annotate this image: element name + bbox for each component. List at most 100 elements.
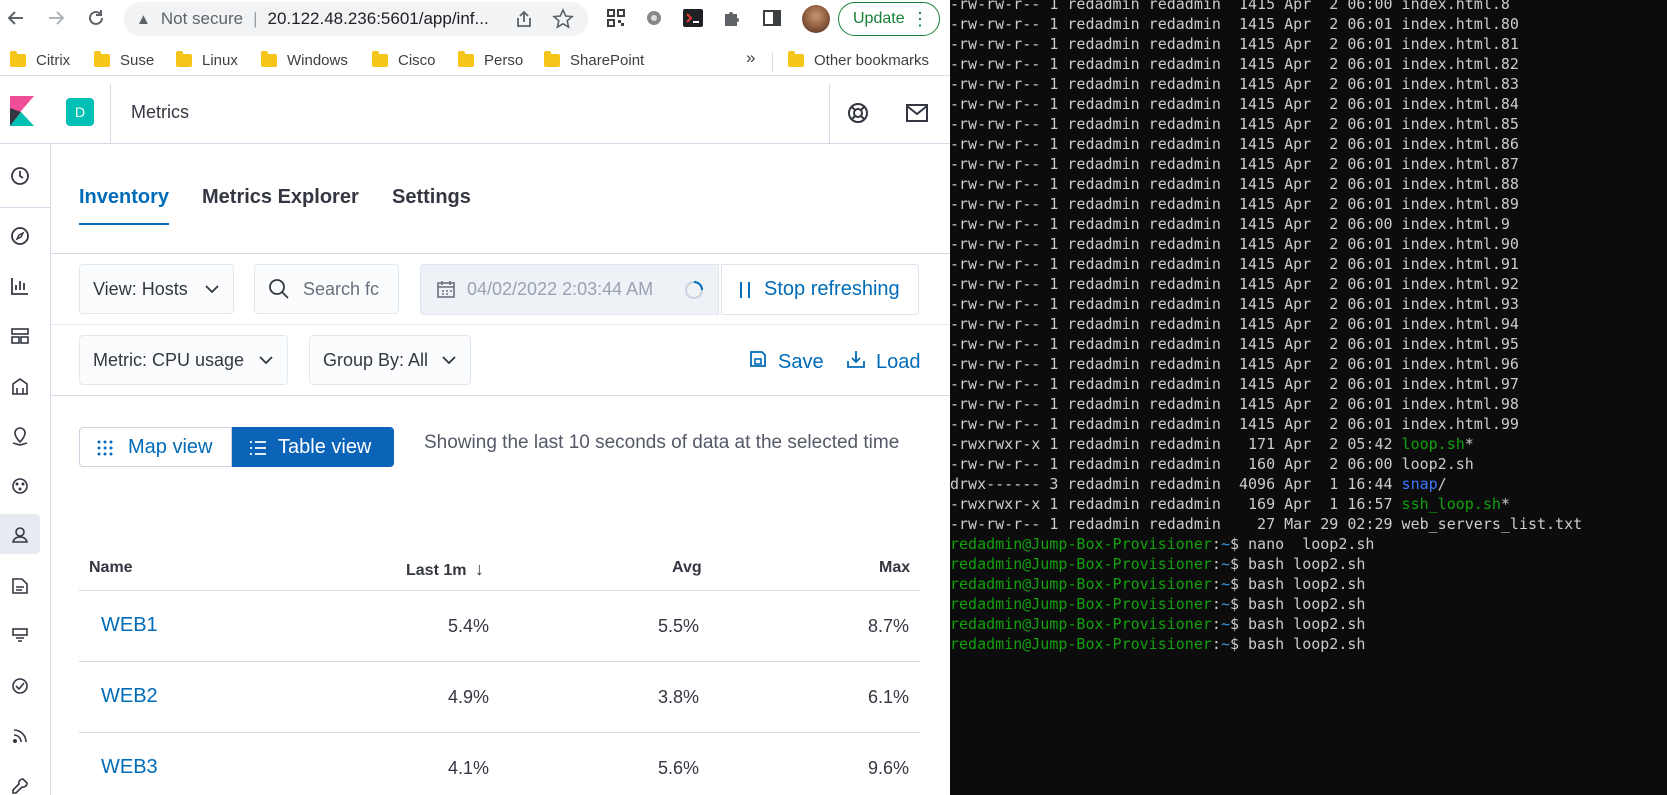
terminal-text-segment: ~ <box>1220 575 1230 593</box>
qr-code-icon[interactable] <box>604 6 628 30</box>
terminal-text-segment: $ bash loop2.sh <box>1229 615 1366 633</box>
extensions-puzzle-icon[interactable] <box>720 6 744 30</box>
terminal-line: redadmin@Jump-Box-Provisioner:~$ nano lo… <box>950 534 1374 554</box>
share-icon[interactable] <box>514 9 534 34</box>
bookmarks-divider <box>772 52 773 72</box>
bookmark-star-icon[interactable] <box>552 8 574 35</box>
view-select[interactable]: View: Hosts <box>79 264 234 314</box>
column-header-max[interactable]: Max <box>879 559 910 577</box>
logs-icon[interactable] <box>8 574 32 598</box>
cell-max: 9.6% <box>867 758 909 778</box>
terminal-text-segment: $ nano loop2.sh <box>1229 535 1375 553</box>
recent-clock-icon[interactable] <box>8 164 32 188</box>
date-picker[interactable]: 04/02/2022 2:03:44 AM <box>420 264 719 315</box>
row-divider <box>79 732 920 733</box>
back-icon[interactable] <box>4 6 28 30</box>
terminal-line: -rw-rw-r-- 1 redadmin redadmin 1415 Apr … <box>950 375 1519 393</box>
dev-tools-wrench-icon[interactable] <box>8 774 32 795</box>
bookmark-folder-sharepoint[interactable]: SharePoint <box>544 48 644 72</box>
terminal-window[interactable]: -rw-rw-r-- 1 redadmin redadmin 1415 Apr … <box>950 0 1667 795</box>
nav-divider <box>0 207 51 208</box>
cell-max: 8.7% <box>867 616 909 636</box>
reload-icon[interactable] <box>84 6 108 30</box>
terminal-line: -rw-rw-r-- 1 redadmin redadmin 1415 Apr … <box>950 415 1519 433</box>
visualize-chart-icon[interactable] <box>8 274 32 298</box>
monitoring-signal-icon[interactable] <box>8 724 32 748</box>
stop-refreshing-button[interactable]: Stop refreshing <box>721 264 919 315</box>
tab-metrics-explorer[interactable]: Metrics Explorer <box>202 186 359 223</box>
bookmark-folder-linux[interactable]: Linux <box>176 48 238 72</box>
terminal-line: -rw-rw-r-- 1 redadmin redadmin 1415 Apr … <box>950 35 1519 53</box>
column-header-avg[interactable]: Avg <box>672 559 702 577</box>
profile-avatar[interactable] <box>802 5 830 33</box>
terminal-line: -rw-rw-r-- 1 redadmin redadmin 1415 Apr … <box>950 255 1519 273</box>
terminal-line: redadmin@Jump-Box-Provisioner:~$ bash lo… <box>950 594 1365 614</box>
warning-icon: ▲ <box>136 10 151 28</box>
terminal-text-segment: * <box>1500 495 1510 513</box>
view-select-label: View: Hosts <box>93 278 188 299</box>
terminal-text-segment: snap <box>1401 475 1438 493</box>
terminal-text-segment: redadmin@Jump-Box-Provisioner <box>950 535 1212 553</box>
bookmark-folder-perso[interactable]: Perso <box>458 48 523 72</box>
side-panel-icon[interactable] <box>760 6 784 30</box>
other-bookmarks-folder[interactable]: Other bookmarks <box>788 48 929 72</box>
host-link-web3[interactable]: WEB3 <box>101 756 158 779</box>
canvas-building-icon[interactable] <box>8 374 32 398</box>
help-icon[interactable] <box>845 100 871 126</box>
kibana-logo-icon[interactable] <box>8 96 34 126</box>
save-icon <box>748 349 768 375</box>
ml-brain-icon[interactable] <box>8 474 32 498</box>
metric-select[interactable]: Metric: CPU usage <box>79 335 288 385</box>
terminal-text-segment: : <box>1211 615 1221 633</box>
terminal-text-segment: loop.sh <box>1401 435 1465 453</box>
column-header-last-1m[interactable]: Last 1m ↓ <box>406 559 484 580</box>
bookmark-folder-cisco[interactable]: Cisco <box>372 48 436 72</box>
terminal-line: redadmin@Jump-Box-Provisioner:~$ bash lo… <box>950 634 1365 654</box>
update-button[interactable]: Update ⋮ <box>838 2 940 36</box>
host-link-web2[interactable]: WEB2 <box>101 685 158 708</box>
table-view-button[interactable]: Table view <box>232 427 394 467</box>
terminal-text-segment: : <box>1211 535 1221 553</box>
metrics-infrastructure-icon[interactable] <box>8 522 32 546</box>
host-link-web1[interactable]: WEB1 <box>101 614 158 637</box>
dashboard-icon[interactable] <box>8 324 32 348</box>
sort-arrow-down-icon: ↓ <box>474 559 484 579</box>
more-bookmarks-button[interactable]: » <box>746 48 755 68</box>
table-view-label: Table view <box>278 435 372 458</box>
load-button[interactable]: Load <box>846 348 921 376</box>
address-bar[interactable]: ▲ Not secure | 20.122.48.236:5601/app/in… <box>124 2 588 36</box>
terminal-line: -rwxrwxr-x 1 redadmin redadmin 169 Apr 1… <box>950 494 1510 514</box>
apm-icon[interactable] <box>8 624 32 648</box>
terminal-line: -rw-rw-r-- 1 redadmin redadmin 1415 Apr … <box>950 55 1519 73</box>
bookmark-folder-windows[interactable]: Windows <box>261 48 348 72</box>
cell-max: 6.1% <box>867 687 909 707</box>
terminal-line: -rw-rw-r-- 1 redadmin redadmin 1415 Apr … <box>950 135 1519 153</box>
maps-location-icon[interactable] <box>8 424 32 448</box>
save-button[interactable]: Save <box>748 348 824 376</box>
terminal-text-segment: ~ <box>1220 635 1230 653</box>
address-separator: | <box>253 9 258 28</box>
uptime-icon[interactable] <box>8 674 32 698</box>
terminal-text-segment: ~ <box>1220 555 1230 573</box>
tab-settings[interactable]: Settings <box>392 186 471 223</box>
map-view-button[interactable]: Map view <box>79 427 232 467</box>
terminal-extension-icon[interactable] <box>681 6 705 30</box>
terminal-text-segment: / <box>1437 475 1447 493</box>
column-header-name[interactable]: Name <box>89 559 133 577</box>
more-vert-icon[interactable]: ⋮ <box>911 9 929 29</box>
bookmark-folder-citrix[interactable]: Citrix <box>10 48 70 72</box>
space-avatar[interactable]: D <box>66 98 94 126</box>
bookmark-folder-suse[interactable]: Suse <box>94 48 154 72</box>
terminal-line: -rw-rw-r-- 1 redadmin redadmin 1415 Apr … <box>950 0 1510 13</box>
group-by-select[interactable]: Group By: All <box>309 335 471 385</box>
terminal-line: -rw-rw-r-- 1 redadmin redadmin 1415 Apr … <box>950 15 1519 33</box>
settings-gear-icon[interactable] <box>642 6 666 30</box>
terminal-text-segment: ssh_loop.sh <box>1401 495 1501 513</box>
search-placeholder: Search fc <box>303 278 380 299</box>
discover-compass-icon[interactable] <box>8 224 32 248</box>
forward-icon[interactable] <box>44 6 68 30</box>
tab-inventory[interactable]: Inventory <box>79 186 170 225</box>
newsfeed-mail-icon[interactable] <box>904 100 930 126</box>
search-input[interactable]: Search fc <box>254 264 399 314</box>
metric-select-label: Metric: CPU usage <box>93 349 245 370</box>
